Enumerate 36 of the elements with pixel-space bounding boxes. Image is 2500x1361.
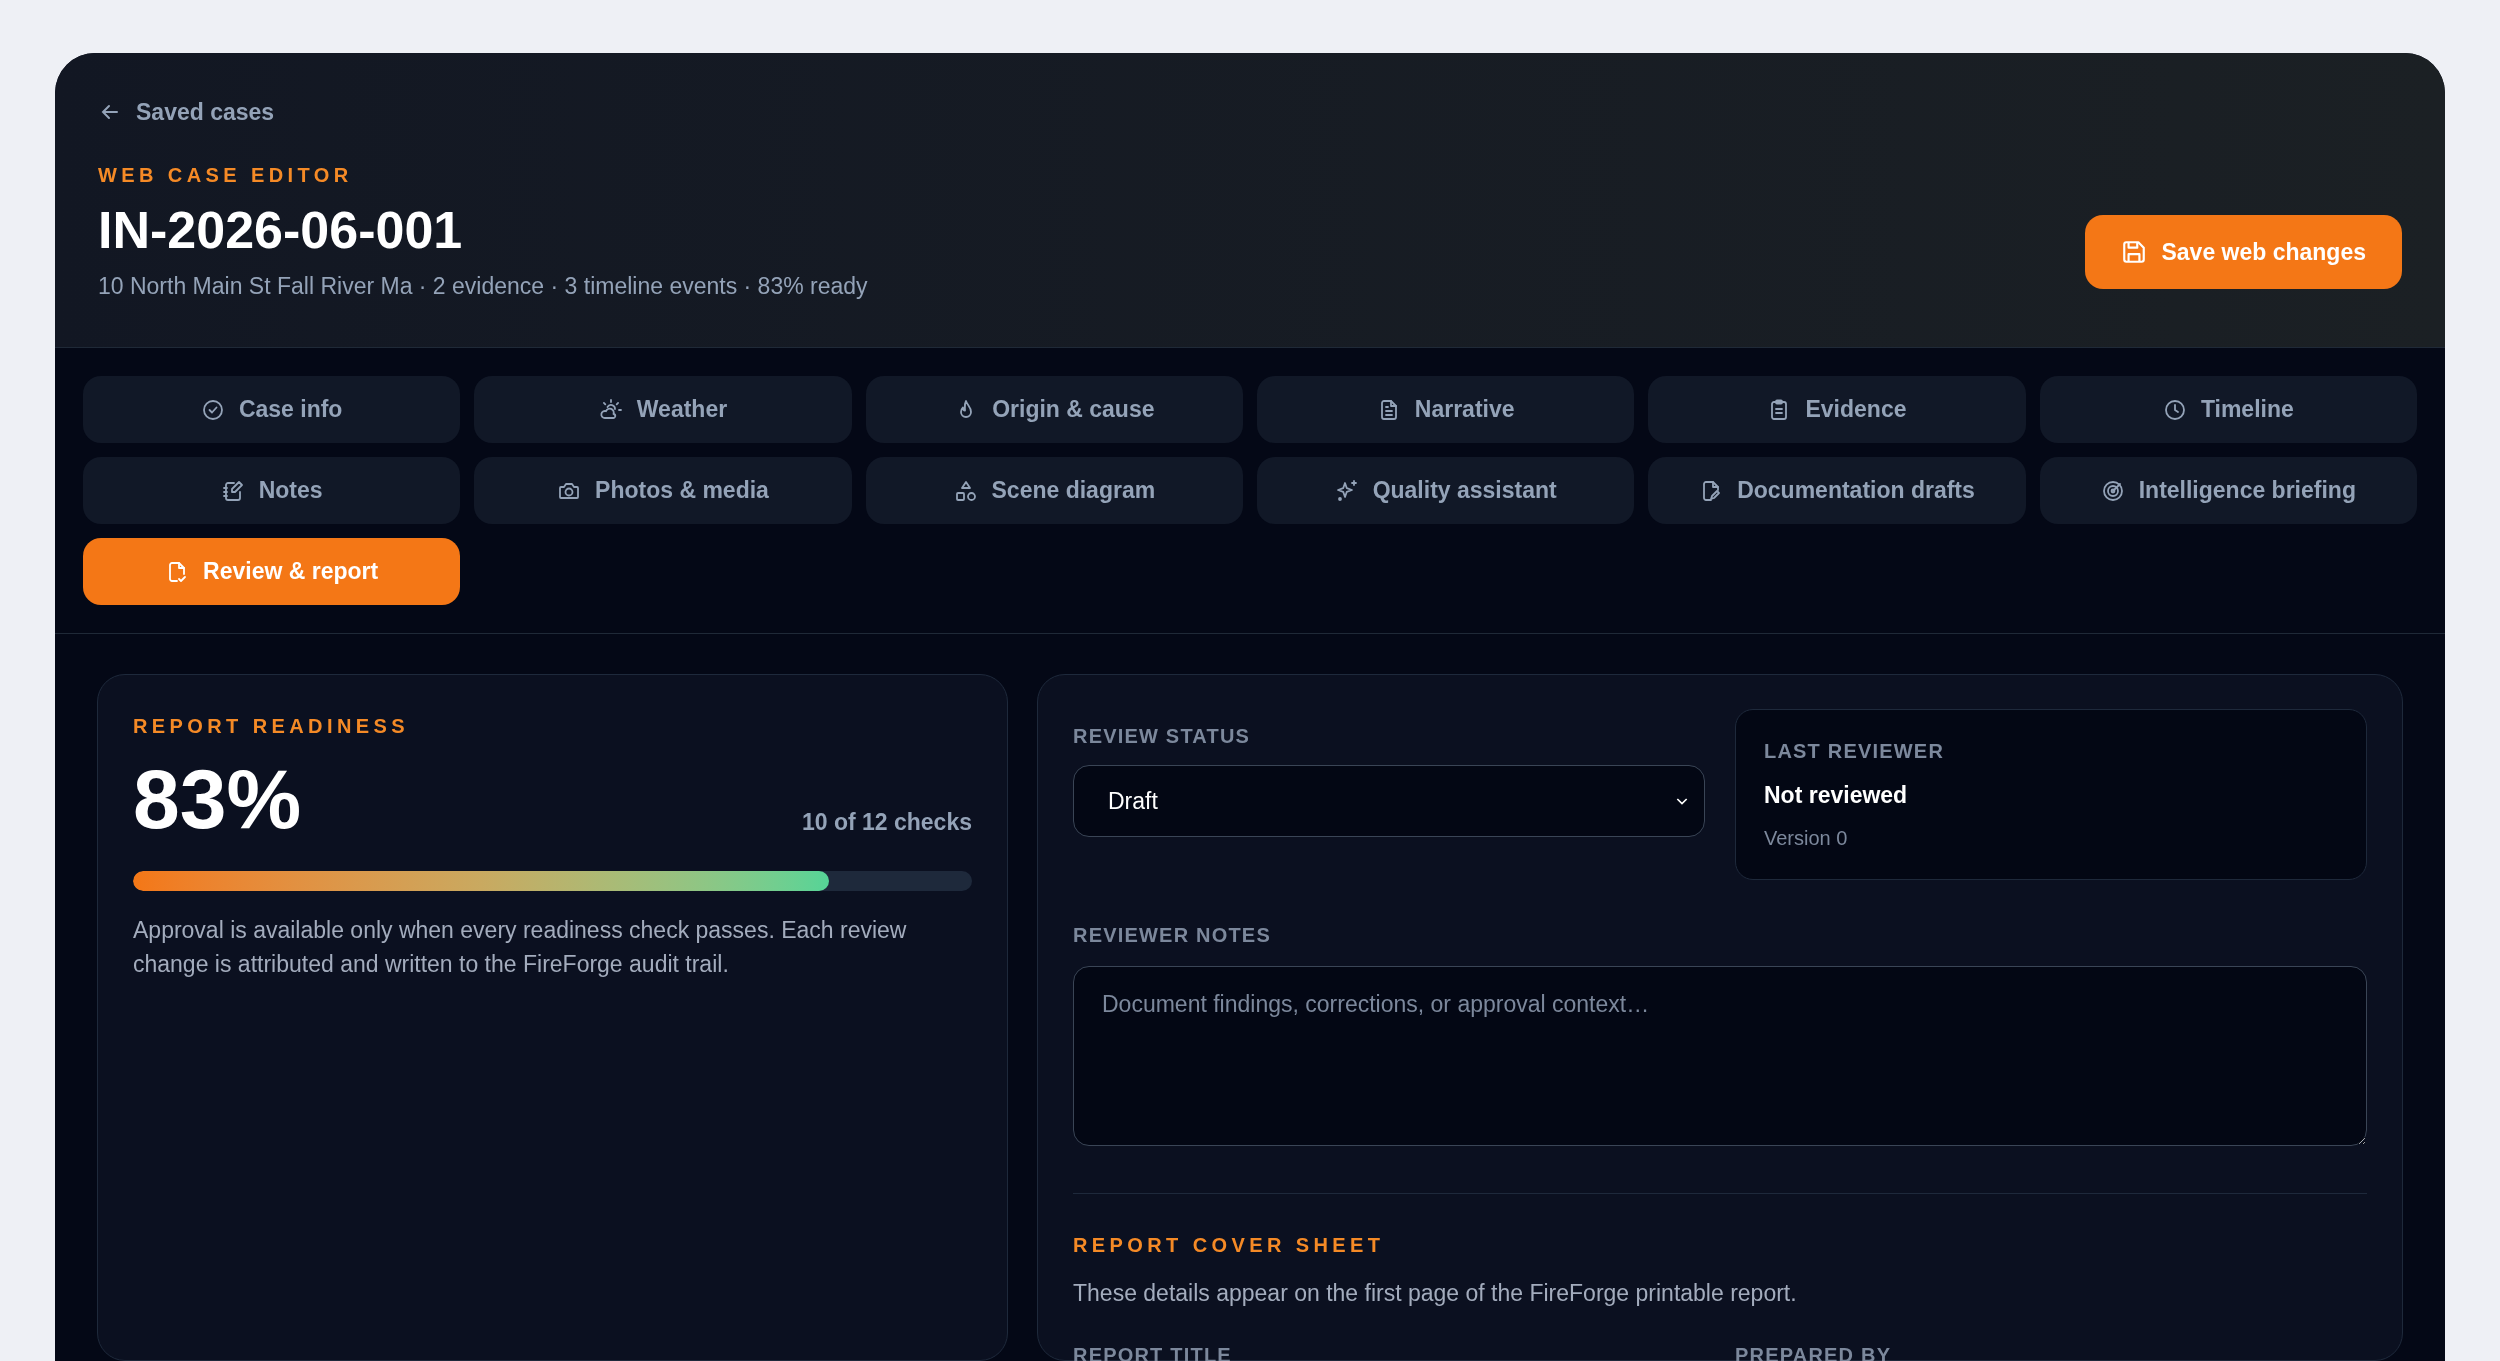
case-summary: 10 North Main St Fall River Ma · 2 evidence · 3 timeline events · 83% ready: [98, 271, 868, 301]
field-label: REVIEW STATUS: [1073, 724, 1252, 749]
cover-sheet-description: These details appear on the first page of the FireForge printable report.: [1073, 1278, 1798, 1308]
status-select[interactable]: Draft: [1073, 765, 1705, 837]
section-eyebrow: WEB CASE EDITOR: [98, 162, 354, 188]
back-link[interactable]: Saved cases: [98, 95, 275, 130]
section-tab[interactable]: Documentation drafts: [1648, 457, 2026, 524]
sun-cloud-icon: [598, 397, 623, 422]
section-tab[interactable]: Origin & cause: [865, 376, 1243, 443]
section-tab[interactable]: Quality assistant: [1257, 457, 1635, 524]
checks-count: 10 of 12 checks: [801, 807, 972, 837]
section-eyebrow: REPORT COVER SHEET: [1073, 1232, 1386, 1258]
section-tab[interactable]: Weather: [474, 376, 852, 443]
case-title: IN-2026-06-001: [98, 199, 464, 261]
check-circle-icon: [200, 397, 225, 422]
section-tab[interactable]: Narrative: [1257, 376, 1635, 443]
notes-field[interactable]: Document findings, corrections, or approval context…: [1073, 965, 2367, 1146]
field-label: REVIEWER NOTES: [1073, 922, 1272, 948]
shapes-icon: [953, 478, 978, 503]
section-tab[interactable]: Evidence: [1648, 376, 2026, 443]
clock-icon: [2162, 397, 2187, 422]
readiness-percent: 83%: [133, 757, 302, 841]
section-tab[interactable]: Scene diagram: [865, 457, 1243, 524]
card-eyebrow: REPORT READINESS: [133, 714, 410, 739]
notebook-icon: [220, 478, 245, 503]
version-text: Version 0: [1764, 825, 1849, 851]
section-tab[interactable]: Photos & media: [474, 457, 852, 524]
sparkles-icon: [1334, 478, 1359, 503]
radar-icon: [2100, 478, 2125, 503]
panel-label: LAST REVIEWER: [1764, 739, 1946, 764]
section-tab[interactable]: Timeline: [2039, 376, 2417, 443]
section-tab[interactable]: Intelligence briefing: [2039, 457, 2417, 524]
section-tab[interactable]: Notes: [83, 457, 461, 524]
section-tab[interactable]: Case info: [83, 376, 461, 443]
readiness-description: Approval is available only when every readiness check passes. Each review change is attributed and written to the FireForge audit trail.: [133, 916, 908, 979]
reviewer-name: Not reviewed: [1764, 781, 1909, 810]
